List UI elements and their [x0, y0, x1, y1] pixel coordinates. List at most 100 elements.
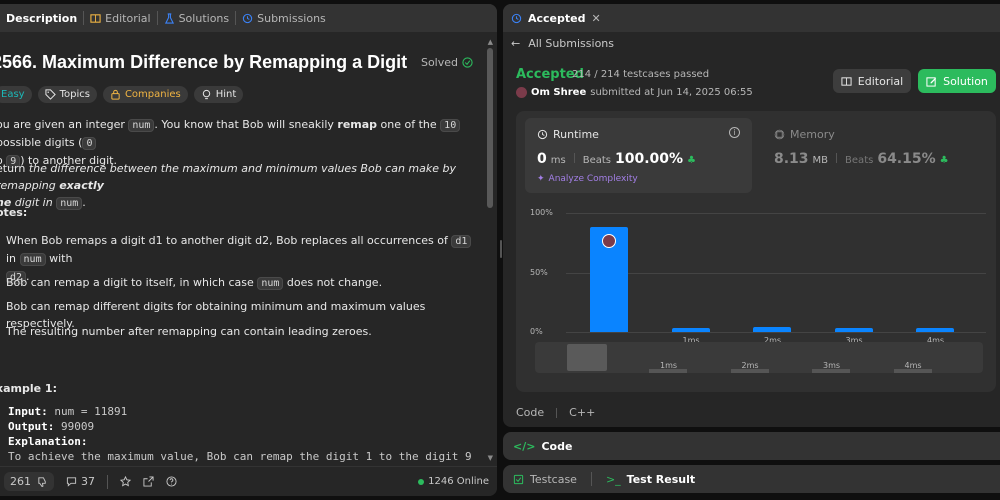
all-submissions-link[interactable]: ← All Submissions [511, 37, 614, 50]
submitter-name[interactable]: Om Shree [531, 87, 586, 98]
tab-submissions[interactable]: Submissions [236, 4, 332, 32]
submitted-time: submitted at Jun 14, 2025 06:55 [590, 87, 753, 98]
memory-card[interactable]: Memory 8.13 MB Beats 64.15% ♣ [762, 118, 989, 193]
all-submissions-label: All Submissions [528, 37, 615, 50]
bold-italic-text: exactly [59, 179, 104, 192]
code-panel-header[interactable]: </> Code [503, 432, 1000, 460]
memory-value: 8.13 [774, 151, 809, 167]
close-icon[interactable]: ✕ [591, 12, 600, 25]
online-indicator: 1246 Online [418, 476, 489, 487]
scrollbar-thumb[interactable] [487, 48, 493, 208]
hint-button[interactable]: Hint [193, 86, 244, 103]
runtime-card[interactable]: Runtime i 0 ms Beats 100.00% ♣ ✦ Analyze… [525, 118, 752, 193]
tab-submissions-label: Submissions [257, 11, 326, 25]
help-circle-icon[interactable] [166, 476, 177, 487]
memory-beats: 64.15% [877, 151, 936, 167]
note-item-4: The resulting number after remapping can… [6, 325, 372, 338]
text: one of the [377, 118, 441, 131]
vote-group: 261 [4, 472, 54, 491]
edit-icon [926, 76, 937, 87]
chart-range-slider[interactable]: 1ms 2ms 3ms 4ms [535, 342, 983, 373]
editorial-button[interactable]: Editorial [833, 69, 911, 93]
app-root: Description Editorial Solutions Submissi… [0, 0, 1000, 500]
problem-title: 2566. Maximum Difference by Remapping a … [0, 52, 408, 72]
code-brackets-icon: </> [513, 439, 536, 453]
thumbs-down-icon[interactable] [37, 476, 48, 487]
text: When Bob remaps a digit d1 to another di… [6, 234, 452, 247]
scroll-down-arrow-icon[interactable]: ▼ [488, 454, 493, 462]
tab-description[interactable]: Description [0, 4, 83, 32]
sparkle-icon: ✦ [537, 174, 545, 184]
left-footer: 261 37 1246 Online [0, 466, 497, 496]
text: in [6, 252, 20, 265]
text: Bob can remap a digit to itself, in whic… [6, 276, 258, 289]
range-selector-handle[interactable] [567, 344, 607, 371]
chart-bar[interactable] [753, 327, 791, 332]
companies-button[interactable]: Companies [102, 86, 188, 103]
inline-code: 10 [440, 119, 461, 132]
book-icon [841, 76, 852, 86]
example-explanation-label: Explanation: [8, 434, 486, 449]
leaf-icon: ♣ [687, 155, 697, 166]
divider [836, 153, 838, 163]
tab-solutions[interactable]: Solutions [158, 4, 236, 32]
chart-bar[interactable] [834, 328, 873, 332]
hint-label: Hint [215, 89, 237, 100]
difficulty-badge[interactable]: Easy [0, 86, 32, 103]
text: eturn [0, 162, 26, 175]
info-icon[interactable]: i [729, 127, 740, 138]
title-row: 2566. Maximum Difference by Remapping a … [0, 52, 487, 78]
analyze-complexity-button[interactable]: ✦ Analyze Complexity [537, 174, 638, 184]
runtime-header: Runtime [537, 128, 599, 141]
topics-button[interactable]: Topics [37, 86, 97, 103]
scroll-up-arrow-icon[interactable]: ▲ [488, 38, 493, 46]
text: does not change. [283, 276, 383, 289]
chart-bar[interactable] [671, 328, 710, 332]
inline-code: d1 [451, 235, 472, 248]
example-block: Input: num = 11891 Output: 99009 Explana… [0, 404, 486, 466]
y-tick-label: 100% [530, 208, 553, 217]
chart-bar[interactable] [916, 328, 954, 332]
text: . You know that Bob will sneakily [154, 118, 338, 131]
share-icon[interactable] [143, 476, 154, 487]
inline-code: num [19, 253, 46, 266]
topics-label: Topics [59, 89, 90, 100]
online-count: 1246 Online [428, 476, 489, 487]
tab-accepted-label[interactable]: Accepted [528, 12, 585, 25]
tab-testcase[interactable]: Testcase [513, 473, 577, 486]
online-dot-icon [418, 478, 425, 485]
grid-line [566, 332, 986, 333]
divider [556, 407, 558, 418]
text: possible digits ( [0, 136, 83, 149]
text: with [45, 252, 73, 265]
tab-test-result[interactable]: >_ Test Result [606, 473, 695, 486]
panel-resize-handle[interactable] [500, 240, 502, 258]
back-arrow-icon: ← [511, 37, 521, 50]
chip-icon [774, 129, 785, 140]
history-icon [511, 13, 522, 23]
memory-header: Memory [774, 128, 835, 141]
y-tick-label: 50% [530, 267, 548, 277]
footer-divider [107, 474, 108, 489]
mini-tick-label: 2ms [741, 361, 759, 370]
testcases-passed: 214 / 214 testcases passed [572, 69, 710, 80]
star-icon[interactable] [120, 476, 131, 487]
tab-editorial-label: Editorial [105, 11, 151, 25]
solution-button[interactable]: Solution [918, 69, 996, 93]
grid-line [566, 213, 986, 214]
runtime-label: Runtime [553, 128, 599, 141]
memory-values: 8.13 MB Beats 64.15% ♣ [774, 151, 949, 167]
memory-label: Memory [790, 128, 835, 141]
memory-unit: MB [812, 155, 829, 166]
likes-count[interactable]: 261 [10, 475, 31, 488]
comments-button[interactable]: 37 [66, 475, 95, 488]
tab-editorial[interactable]: Editorial [84, 4, 156, 32]
companies-label: Companies [124, 89, 181, 100]
terminal-icon: >_ [605, 472, 621, 486]
description-panel: Description Editorial Solutions Submissi… [0, 4, 497, 496]
mini-tick-label: 3ms [823, 361, 841, 370]
right-tabbar: Accepted ✕ [503, 4, 1000, 32]
avatar[interactable] [516, 87, 527, 98]
value: num = 11891 [47, 405, 128, 418]
comments-count: 37 [81, 475, 95, 488]
